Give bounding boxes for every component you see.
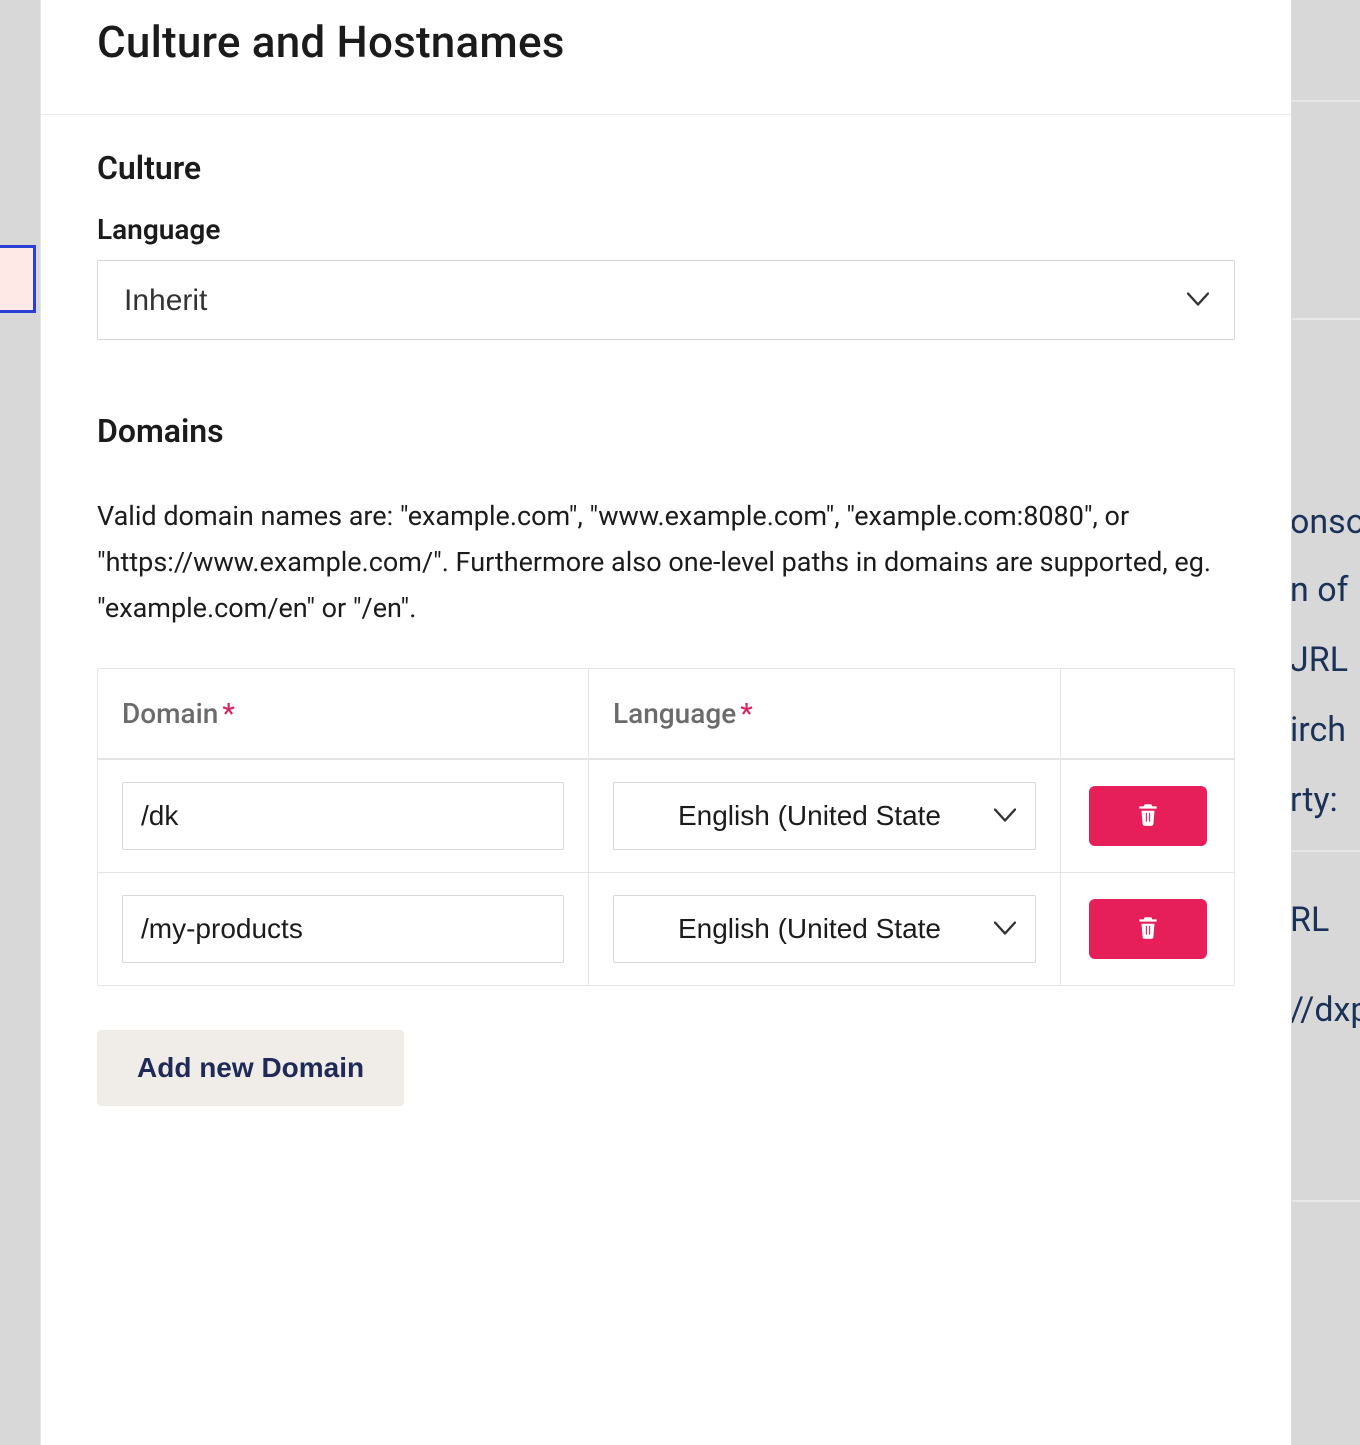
language-cell: English (United State (588, 760, 1060, 872)
bg-divider (1290, 1200, 1360, 1202)
col-header-language: Language* (588, 669, 1060, 758)
bg-divider (1290, 318, 1360, 320)
actions-cell (1060, 873, 1234, 985)
dialog-title: Culture and Hostnames (97, 16, 1235, 68)
culture-hostnames-dialog: Culture and Hostnames Culture Language I… (40, 0, 1292, 1445)
bg-divider (1290, 850, 1360, 852)
table-row: English (United State (98, 872, 1234, 985)
col-header-language-label: Language (613, 697, 736, 730)
domains-table: Domain* Language* English (97, 668, 1235, 986)
domain-cell (98, 873, 588, 985)
required-marker: * (222, 697, 234, 730)
dialog-body: Culture Language Inherit Domains Valid d… (41, 115, 1291, 1106)
bg-text-fragment: onso (1290, 502, 1360, 542)
bg-text-fragment: n of (1290, 570, 1348, 610)
domains-section-title: Domains (97, 412, 1235, 450)
bg-text-fragment: irch (1290, 710, 1346, 750)
domain-input[interactable] (122, 895, 564, 963)
row-language-select[interactable]: English (United State (613, 782, 1036, 850)
col-header-domain-label: Domain (122, 697, 218, 730)
domains-help-text: Valid domain names are: "example.com", "… (97, 494, 1235, 632)
selection-chip (0, 245, 36, 313)
bg-text-fragment: //dxp (1290, 990, 1360, 1030)
delete-row-button[interactable] (1089, 786, 1207, 846)
domain-input[interactable] (122, 782, 564, 850)
bg-text-fragment: JRL (1290, 640, 1348, 680)
culture-section-title: Culture (97, 149, 1235, 187)
required-marker: * (740, 697, 752, 730)
domain-cell (98, 760, 588, 872)
col-header-actions (1060, 669, 1234, 758)
domains-table-head: Domain* Language* (98, 669, 1234, 759)
table-row: English (United State (98, 759, 1234, 872)
language-select[interactable]: Inherit (97, 260, 1235, 340)
language-cell: English (United State (588, 873, 1060, 985)
row-language-select[interactable]: English (United State (613, 895, 1036, 963)
delete-row-button[interactable] (1089, 899, 1207, 959)
bg-divider (1290, 100, 1360, 102)
add-domain-button[interactable]: Add new Domain (97, 1030, 404, 1106)
trash-icon (1135, 800, 1161, 831)
language-label: Language (97, 213, 1235, 246)
actions-cell (1060, 760, 1234, 872)
language-select-wrap: Inherit (97, 260, 1235, 340)
bg-text-fragment: rty: (1290, 780, 1338, 820)
col-header-domain: Domain* (98, 669, 588, 758)
dialog-header: Culture and Hostnames (41, 0, 1291, 115)
bg-text-fragment: RL (1290, 900, 1329, 940)
trash-icon (1135, 913, 1161, 944)
